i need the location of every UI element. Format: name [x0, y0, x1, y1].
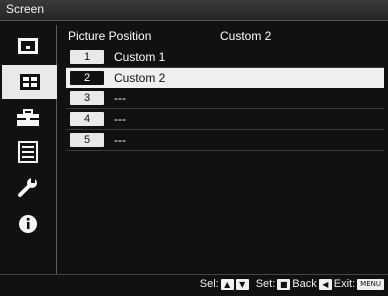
option-label: ---: [114, 112, 126, 126]
info-icon: [19, 215, 37, 233]
screen-icon: [19, 74, 40, 90]
down-arrow-icon: ▼: [235, 278, 249, 290]
back-hint-label: Back: [292, 278, 317, 290]
menu-key: MENU: [357, 278, 384, 290]
set-hint-label: Set:: [255, 278, 276, 290]
exit-hint-label: Exit:: [333, 278, 356, 290]
option-label: ---: [114, 91, 126, 105]
list-icon: [18, 141, 38, 163]
option-number: 3: [70, 91, 104, 105]
list-item[interactable]: 3 ---: [66, 88, 384, 109]
list-item[interactable]: 1 Custom 1: [66, 47, 384, 68]
list-item[interactable]: 5 ---: [66, 130, 384, 151]
toolbox-icon: [17, 109, 39, 126]
screen-area: Picture Position Custom 2 1 Custom 1 2 C…: [0, 21, 388, 275]
option-number: 2: [70, 71, 104, 85]
help-bar: Sel: ▲ ▼ Set: ■ Back ◀ Exit: MENU: [0, 274, 388, 296]
select-hint-label: Sel:: [199, 278, 219, 290]
list-item[interactable]: 4 ---: [66, 109, 384, 130]
sidebar-item-info[interactable]: [10, 211, 46, 237]
wrench-icon: [18, 177, 37, 197]
list-item-selected[interactable]: 2 Custom 2: [66, 68, 384, 88]
option-number: 1: [70, 50, 104, 64]
content-panel: Picture Position Custom 2 1 Custom 1 2 C…: [66, 29, 384, 279]
option-label: Custom 1: [114, 50, 166, 64]
key-guide: Sel: ▲ ▼ Set: ■ Back ◀ Exit: MENU: [200, 278, 384, 290]
picture-icon: [18, 38, 38, 54]
option-label: Custom 2: [114, 71, 166, 85]
window-title: Screen: [6, 2, 45, 16]
sidebar-item-setup[interactable]: [10, 105, 46, 131]
sidebar-item-picture[interactable]: [10, 33, 46, 59]
option-number: 4: [70, 112, 104, 126]
left-arrow-icon: ◀: [318, 278, 332, 290]
sidebar-item-maintenance[interactable]: [10, 174, 46, 200]
setting-label: Picture Position: [68, 29, 152, 43]
setting-value: Custom 2: [220, 29, 272, 43]
option-label: ---: [114, 133, 126, 147]
option-number: 5: [70, 133, 104, 147]
sidebar-item-screen[interactable]: [2, 65, 57, 99]
sidebar: [2, 25, 57, 275]
sidebar-item-list[interactable]: [10, 139, 46, 165]
option-list: 1 Custom 1 2 Custom 2 3 --- 4 --- 5 ---: [66, 47, 384, 151]
center-button-icon: ■: [277, 278, 291, 290]
title-bar: Screen: [0, 0, 388, 21]
up-arrow-icon: ▲: [220, 278, 234, 290]
